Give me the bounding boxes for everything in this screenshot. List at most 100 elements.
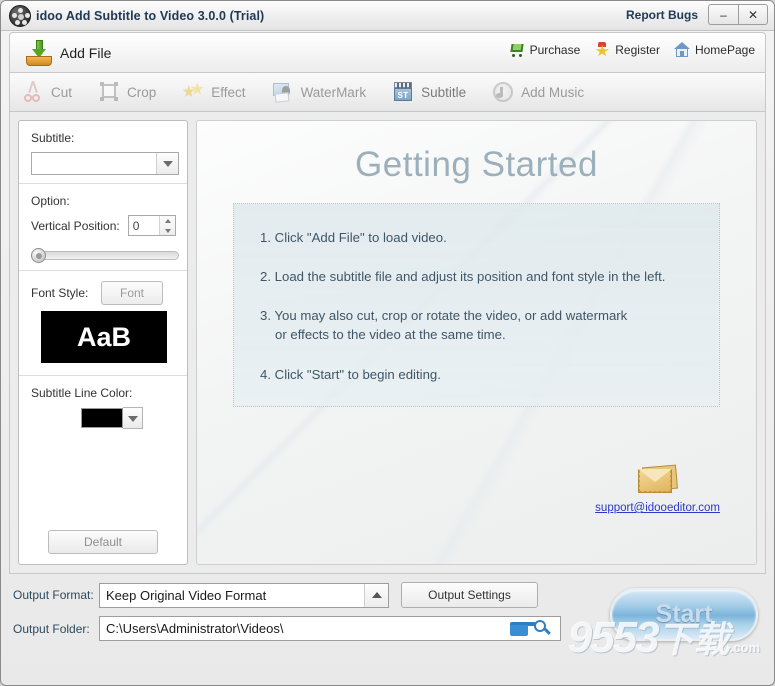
search-icon[interactable] xyxy=(534,619,552,638)
stepper-up-button[interactable] xyxy=(160,216,175,226)
steps-box: 1. Click "Add File" to load video. 2. Lo… xyxy=(233,203,720,407)
output-footer: Output Format: Keep Original Video Forma… xyxy=(9,582,766,660)
stars-icon xyxy=(182,81,205,103)
line-color-label: Subtitle Line Color: xyxy=(31,386,133,400)
subtitle-section: Subtitle: xyxy=(19,121,187,184)
tab-crop[interactable]: Crop xyxy=(86,73,170,111)
font-preview: AaB xyxy=(41,311,167,363)
vertical-position-row: Vertical Position: 0 xyxy=(31,215,177,236)
vertical-position-stepper[interactable]: 0 xyxy=(127,215,176,236)
window-title: idoo Add Subtitle to Video 3.0.0 (Trial) xyxy=(36,8,265,23)
vertical-position-label: Vertical Position: xyxy=(31,218,120,233)
watermark-domain: .com xyxy=(729,640,760,655)
stepper-down-button[interactable] xyxy=(160,226,175,236)
output-format-combobox[interactable]: Keep Original Video Format xyxy=(99,582,389,608)
line-color-section: Subtitle Line Color: xyxy=(19,376,187,437)
watermark-icon xyxy=(272,81,294,103)
tab-cut-label: Cut xyxy=(51,84,73,100)
step-2-number: 2. xyxy=(260,269,271,285)
start-button[interactable]: Start xyxy=(610,588,758,641)
step-3-text-line2: or effects to the video at the same time… xyxy=(275,327,506,343)
line-color-picker[interactable] xyxy=(81,407,177,429)
star-badge-icon xyxy=(594,42,610,57)
download-arrow-icon xyxy=(26,39,52,66)
output-folder-input[interactable]: C:\Users\Administrator\Videos\ xyxy=(99,616,561,641)
chevron-up-icon[interactable] xyxy=(364,583,388,607)
tab-effect-label: Effect xyxy=(211,84,246,100)
window-controls: Report Bugs – ✕ xyxy=(626,4,768,25)
font-preview-text: AaB xyxy=(76,321,131,352)
tab-subtitle[interactable]: ST Subtitle xyxy=(380,73,480,111)
step-3-text: You may also cut, crop or rotate the vid… xyxy=(274,308,628,324)
register-link[interactable]: Register xyxy=(594,42,660,57)
font-style-section: Font Style: Font AaB xyxy=(19,271,187,376)
output-folder-value: C:\Users\Administrator\Videos\ xyxy=(106,621,284,636)
tab-crop-label: Crop xyxy=(127,84,157,100)
tab-watermark[interactable]: WaterMark xyxy=(260,73,381,111)
title-bar: idoo Add Subtitle to Video 3.0.0 (Trial)… xyxy=(1,1,774,31)
step-3: 3. You may also cut, crop or rotate the … xyxy=(260,306,693,344)
tab-add-music[interactable]: Add Music xyxy=(480,73,598,111)
default-button[interactable]: Default xyxy=(48,530,158,554)
slider-thumb[interactable] xyxy=(31,248,46,263)
add-file-button[interactable]: Add File xyxy=(20,38,117,68)
tool-tabs: Cut Crop Effect WaterMark ST Subtitle Ad… xyxy=(9,72,766,112)
minimize-button[interactable]: – xyxy=(708,4,738,25)
font-button[interactable]: Font xyxy=(101,281,163,305)
vertical-position-slider[interactable] xyxy=(31,248,179,263)
getting-started-panel: Getting Started 1. Click "Add File" to l… xyxy=(196,120,757,565)
music-disc-icon xyxy=(492,81,514,103)
slider-track[interactable] xyxy=(31,251,179,260)
application-window: idoo Add Subtitle to Video 3.0.0 (Trial)… xyxy=(0,0,775,686)
output-settings-button[interactable]: Output Settings xyxy=(401,582,538,608)
chevron-down-icon[interactable] xyxy=(156,153,178,174)
tab-cut[interactable]: Cut xyxy=(10,73,86,111)
step-1: 1. Click "Add File" to load video. xyxy=(260,228,693,247)
scissors-icon xyxy=(22,80,44,103)
register-label: Register xyxy=(615,42,660,57)
font-style-label: Font Style: xyxy=(31,286,89,300)
font-style-row: Font Style: Font xyxy=(31,281,177,305)
step-2-text: Load the subtitle file and adjust its po… xyxy=(274,269,666,285)
option-section: Option: Vertical Position: 0 xyxy=(19,184,187,271)
tab-effect[interactable]: Effect xyxy=(170,73,259,111)
output-format-value: Keep Original Video Format xyxy=(106,587,267,603)
crop-icon xyxy=(98,81,120,103)
add-file-bar: Add File Purchase Register HomePage xyxy=(9,32,766,72)
step-4-number: 4. xyxy=(260,366,271,382)
support-block: support@idooeditor.com xyxy=(595,464,720,516)
homepage-link[interactable]: HomePage xyxy=(673,42,755,57)
envelope-icon xyxy=(637,464,678,494)
subtitle-label: Subtitle: xyxy=(31,131,75,145)
step-4-text: Click "Start" to begin editing. xyxy=(274,366,441,382)
option-label: Option: xyxy=(31,194,70,208)
chevron-down-icon[interactable] xyxy=(123,407,143,429)
add-file-label: Add File xyxy=(60,44,112,61)
output-format-label: Output Format: xyxy=(13,588,94,602)
purchase-link[interactable]: Purchase xyxy=(509,43,580,57)
film-reel-icon xyxy=(9,4,31,27)
subtitle-file-combobox[interactable] xyxy=(31,152,179,175)
close-button[interactable]: ✕ xyxy=(738,4,768,25)
support-email-link[interactable]: support@idooeditor.com xyxy=(595,502,720,514)
step-1-number: 1. xyxy=(260,230,271,245)
start-button-label: Start xyxy=(655,600,713,628)
folder-icon[interactable] xyxy=(510,621,536,636)
clapperboard-st-icon: ST xyxy=(392,81,414,103)
shopping-cart-icon xyxy=(509,43,525,57)
tab-add-music-label: Add Music xyxy=(521,84,585,100)
vertical-position-value: 0 xyxy=(132,218,140,233)
report-bugs-link[interactable]: Report Bugs xyxy=(626,8,698,22)
home-icon xyxy=(673,42,690,57)
step-3-number: 3. xyxy=(260,308,271,324)
default-button-wrap: Default xyxy=(19,530,187,554)
step-4: 4. Click "Start" to begin editing. xyxy=(260,365,693,384)
tab-subtitle-label: Subtitle xyxy=(421,84,467,100)
content-body: Subtitle: Option: Vertical Position: 0 F… xyxy=(9,112,766,574)
subtitle-settings-panel: Subtitle: Option: Vertical Position: 0 F… xyxy=(18,120,188,565)
quick-links: Purchase Register HomePage xyxy=(509,42,755,57)
page-title: Getting Started xyxy=(355,145,598,184)
tab-watermark-label: WaterMark xyxy=(300,84,367,100)
line-color-swatch[interactable] xyxy=(81,408,123,428)
output-folder-label: Output Folder: xyxy=(13,621,90,636)
